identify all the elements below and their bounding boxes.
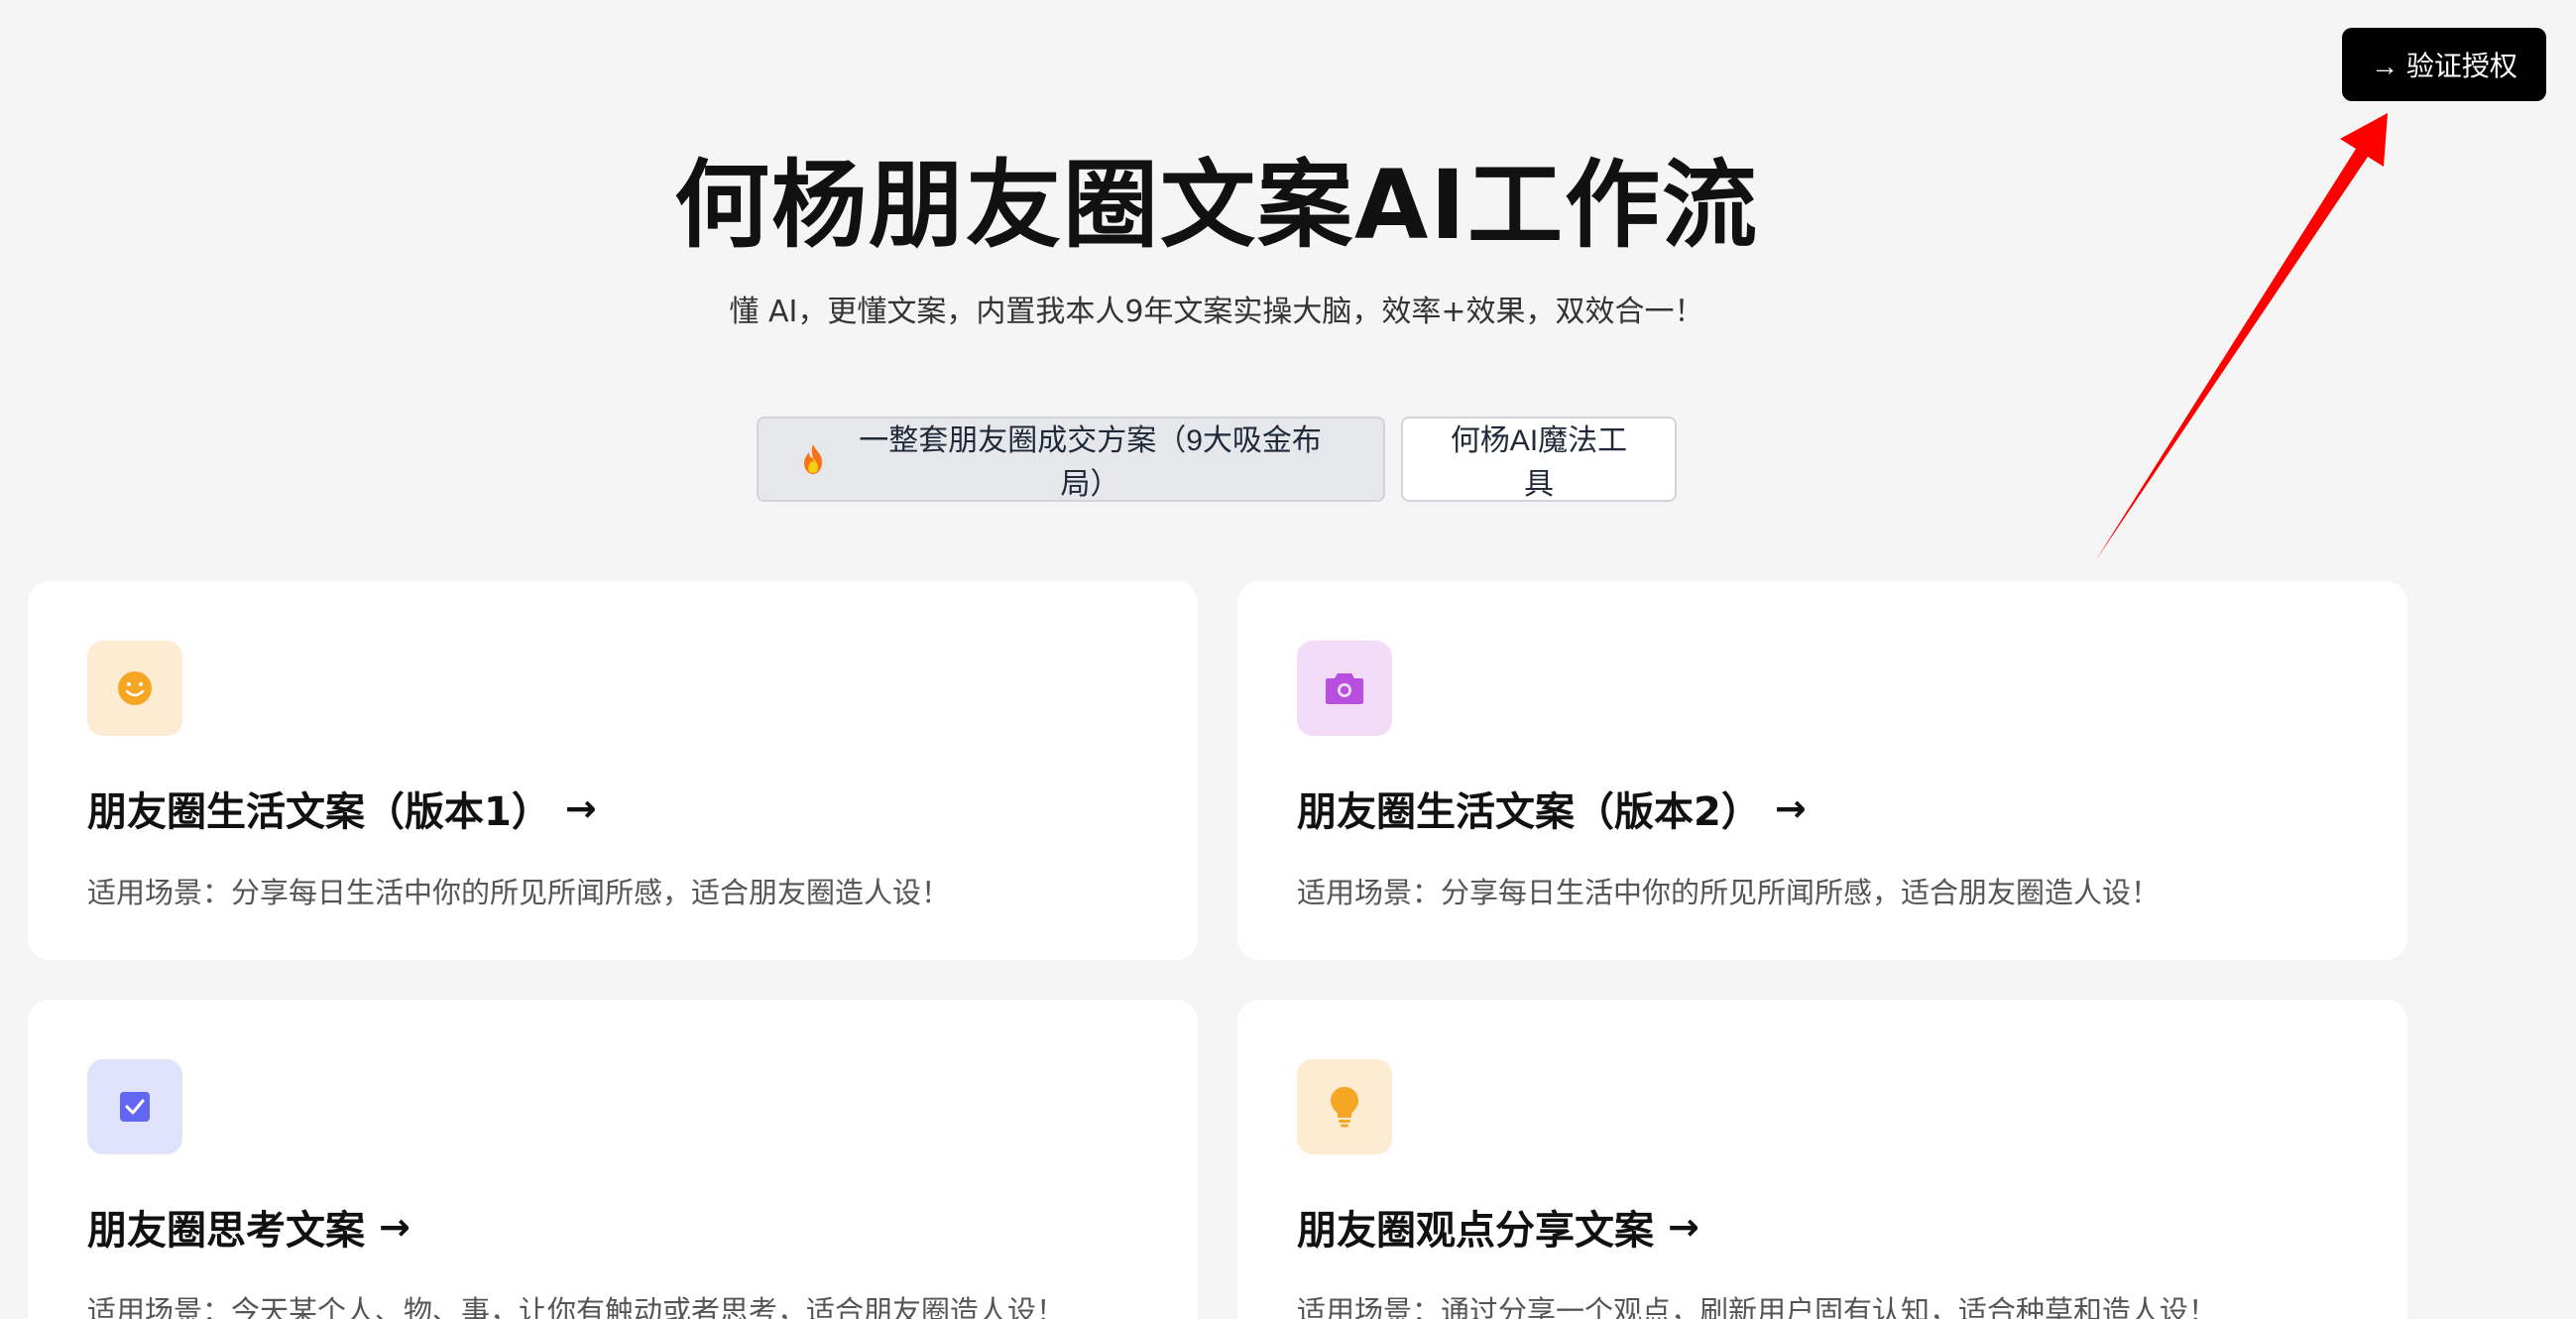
arrow-right-icon: →: [1774, 786, 1807, 830]
sales-plan-label: 一整套朋友圈成交方案（9大吸金布局）: [859, 424, 1322, 501]
arrow-right-icon: →: [1668, 1205, 1699, 1249]
card-opinion-copy[interactable]: 朋友圈观点分享文案 → 适用场景：通过分享一个观点，刷新用户固有认知，适合种草和…: [1237, 1000, 2407, 1319]
magic-tools-button[interactable]: 何杨AI魔法工具: [1401, 417, 1677, 502]
arrow-right-icon: →: [564, 786, 597, 830]
workflow-cards: 朋友圈生活文案（版本1） → 适用场景：分享每日生活中你的所见所闻所感，适合朋友…: [28, 581, 2407, 1319]
card-title: 朋友圈生活文案（版本2） →: [1297, 779, 2348, 837]
card-description: 适用场景：分享每日生活中你的所见所闻所感，适合朋友圈造人设！: [1297, 876, 2161, 909]
fire-icon: [798, 442, 827, 476]
card-life-copy-v2[interactable]: 朋友圈生活文案（版本2） → 适用场景：分享每日生活中你的所见所闻所感，适合朋友…: [1237, 581, 2407, 960]
card-title-text: 朋友圈生活文案（版本2）: [1297, 789, 1761, 835]
action-buttons: 一整套朋友圈成交方案（9大吸金布局） 何杨AI魔法工具: [0, 417, 2433, 502]
card-thinking-copy[interactable]: 朋友圈思考文案 → 适用场景：今天某个人、物、事，让你有触动或者思考，适合朋友圈…: [28, 1000, 1198, 1319]
card-title: 朋友圈生活文案（版本1） →: [87, 779, 1138, 837]
card-description: 适用场景：分享每日生活中你的所见所闻所感，适合朋友圈造人设！: [87, 876, 951, 909]
page: → 验证授权 何杨朋友圈文案AI工作流 懂 AI，更懂文案，内置我本人9年文案实…: [0, 0, 2576, 1319]
card-title-text: 朋友圈思考文案: [87, 1208, 365, 1254]
magic-tools-label: 何杨AI魔法工具: [1450, 424, 1628, 501]
card-title: 朋友圈思考文案 →: [87, 1198, 1138, 1256]
page-subtitle: 懂 AI，更懂文案，内置我本人9年文案实操大脑，效率+效果，双效合一！: [729, 295, 1704, 330]
camera-icon: [1297, 641, 1392, 736]
sales-plan-button[interactable]: 一整套朋友圈成交方案（9大吸金布局）: [757, 417, 1385, 502]
card-description: 适用场景：通过分享一个观点，刷新用户固有认知，适合种草和造人设！: [1297, 1294, 2218, 1319]
smiley-icon: [87, 641, 182, 736]
checkbox-icon: [87, 1059, 182, 1154]
arrow-right-icon: →: [379, 1205, 410, 1249]
verify-auth-button[interactable]: → 验证授权: [2342, 28, 2546, 101]
lightbulb-icon: [1297, 1059, 1392, 1154]
page-title: 何杨朋友圈文案AI工作流: [673, 150, 1759, 261]
card-title-text: 朋友圈生活文案（版本1）: [87, 789, 551, 835]
card-title: 朋友圈观点分享文案 →: [1297, 1198, 2348, 1256]
card-description: 适用场景：今天某个人、物、事，让你有触动或者思考，适合朋友圈造人设！: [87, 1294, 1066, 1319]
hero: 何杨朋友圈文案AI工作流 懂 AI，更懂文案，内置我本人9年文案实操大脑，效率+…: [0, 149, 2433, 331]
card-title-text: 朋友圈观点分享文案: [1297, 1208, 1654, 1254]
card-life-copy-v1[interactable]: 朋友圈生活文案（版本1） → 适用场景：分享每日生活中你的所见所闻所感，适合朋友…: [28, 581, 1198, 960]
